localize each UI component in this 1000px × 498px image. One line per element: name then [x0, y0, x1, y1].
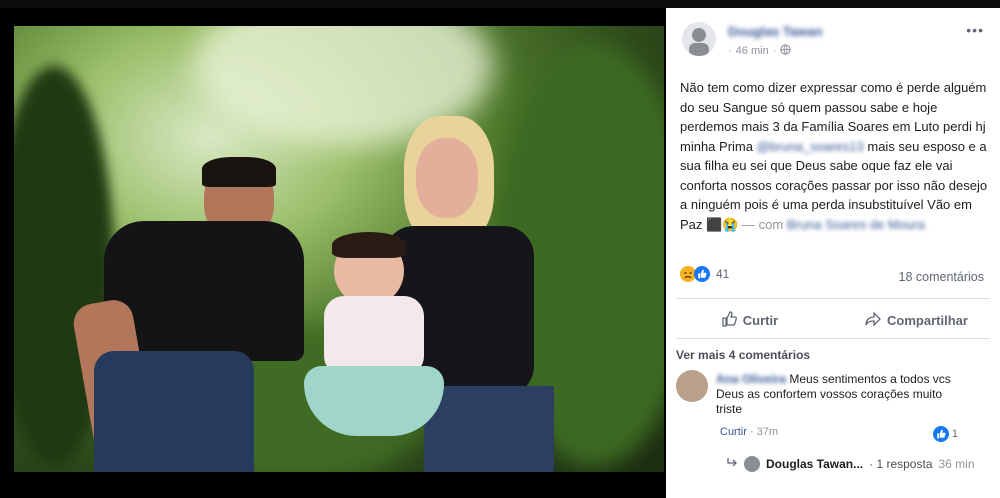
black-heart-emoji: ⬛	[706, 216, 723, 232]
reply-avatar	[744, 456, 760, 472]
reply-arrow-icon	[726, 457, 738, 472]
reply-count: · 1 resposta	[869, 457, 933, 471]
divider-bottom	[676, 338, 990, 339]
comment-text: Ana Oliveira Meus sentimentos a todos vc…	[716, 372, 951, 416]
comment-like-badge[interactable]: 1	[932, 426, 958, 442]
crying-emoji: 😭	[722, 216, 739, 232]
comment-meta: Curtir · 37m	[720, 426, 779, 438]
reply-row[interactable]: Douglas Tawan... · 1 resposta 36 min	[726, 456, 975, 472]
post-photo[interactable]	[14, 26, 664, 472]
reactions-count: 41	[716, 267, 730, 281]
post-panel: Douglas Tawan · 46 min · ••• Não tem como …	[666, 8, 1000, 498]
bottom-band	[0, 478, 666, 498]
reply-time: 36 min	[938, 457, 975, 471]
tagged-user[interactable]: @bruna_soares13	[757, 139, 864, 154]
comments-count[interactable]: 18 comentários	[899, 270, 984, 284]
reaction-summary[interactable]: 41	[680, 266, 729, 282]
divider-top	[676, 298, 990, 299]
comment-like-link[interactable]: Curtir	[720, 426, 747, 438]
see-more-comments[interactable]: Ver mais 4 comentários	[676, 348, 810, 362]
comment-time[interactable]: 37m	[757, 426, 778, 438]
commenter-avatar[interactable]	[676, 370, 708, 402]
globe-icon	[780, 44, 792, 58]
like-icon	[721, 310, 737, 330]
top-band	[0, 0, 1000, 8]
comment-author[interactable]: Ana Oliveira	[716, 372, 786, 386]
with-users[interactable]: Bruna Soares de Moura	[787, 217, 925, 232]
like-reaction-icon	[694, 266, 710, 282]
author-avatar[interactable]	[682, 22, 716, 56]
reply-author: Douglas Tawan...	[766, 457, 864, 471]
baby-figure	[304, 232, 454, 466]
author-name[interactable]: Douglas Tawan	[728, 24, 822, 39]
action-bar: Curtir Compartilhar	[666, 304, 1000, 336]
more-icon[interactable]: •••	[966, 22, 984, 38]
post-timestamp[interactable]: · 46 min ·	[728, 44, 792, 58]
like-button[interactable]: Curtir	[666, 304, 833, 336]
man-figure	[70, 157, 314, 472]
share-button[interactable]: Compartilhar	[833, 304, 1000, 336]
post-text: Não tem como dizer expressar como é perd…	[680, 80, 988, 232]
share-icon	[865, 310, 881, 330]
like-reaction-icon	[932, 426, 949, 442]
